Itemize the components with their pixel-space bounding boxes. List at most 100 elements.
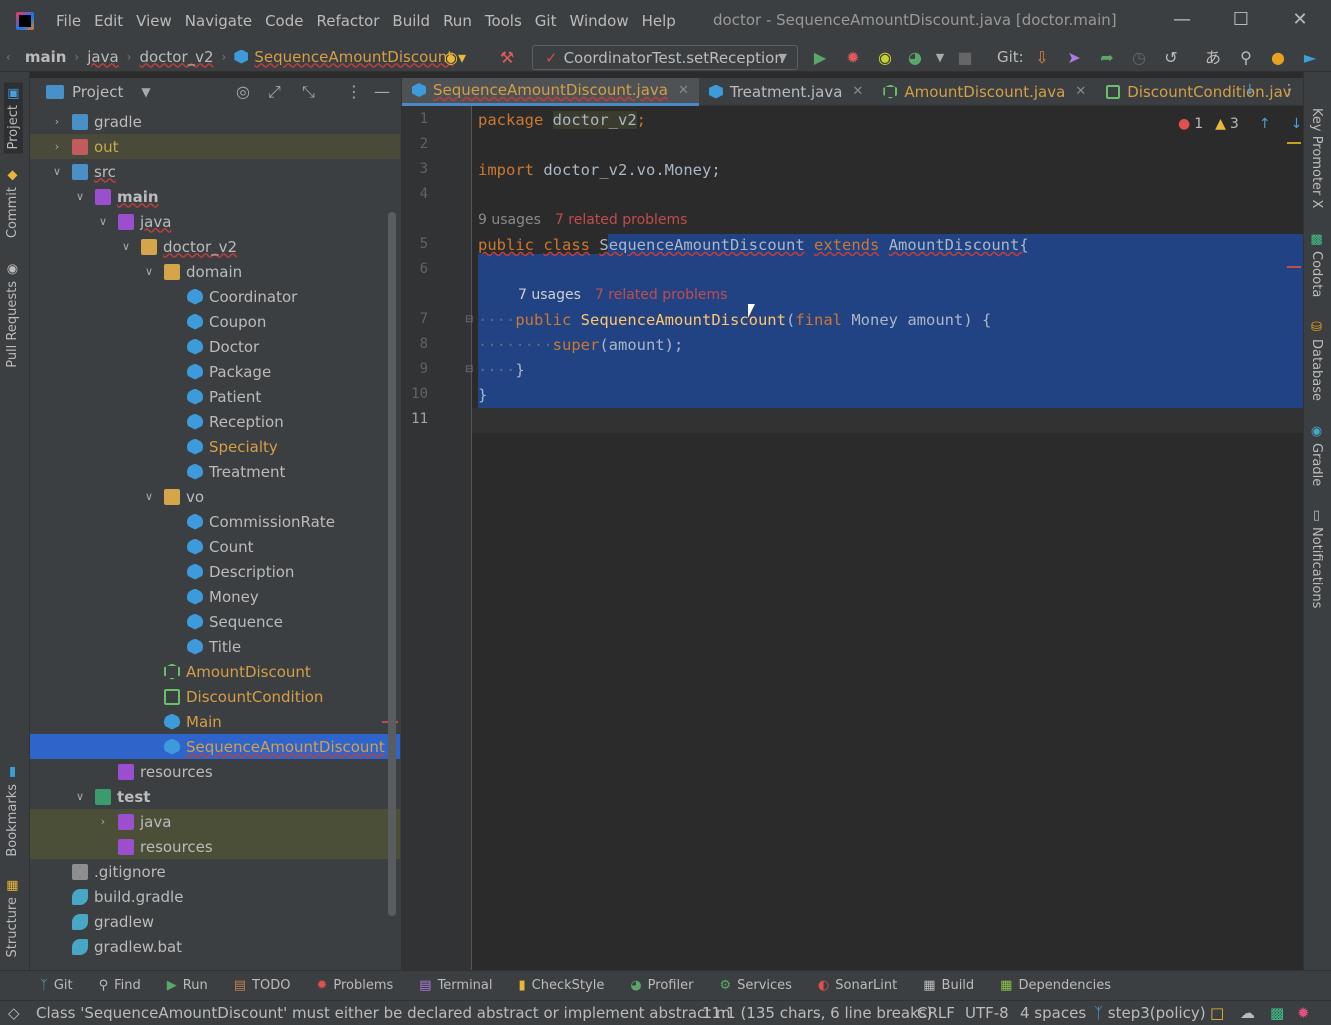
tool-run[interactable]: ▶ Run bbox=[167, 978, 208, 993]
status-bar-toggle-icon[interactable]: ◇ bbox=[8, 1004, 20, 1022]
profile-icon[interactable]: ◕ bbox=[905, 48, 925, 68]
tree-item[interactable]: DiscountCondition bbox=[30, 684, 400, 709]
git-push-icon[interactable]: ➦ bbox=[1097, 48, 1117, 68]
tree-item[interactable]: Main bbox=[30, 709, 400, 734]
chevron-down-icon[interactable]: ∨ bbox=[119, 240, 133, 253]
previous-highlight-icon[interactable]: ↑ bbox=[1259, 116, 1271, 132]
warning-stripe-marker[interactable] bbox=[1287, 142, 1301, 144]
menu-view[interactable]: View bbox=[136, 12, 172, 30]
tool-tab-gradle[interactable]: ◉ Gradle bbox=[1309, 424, 1324, 486]
locate-target-icon[interactable]: ◎ bbox=[236, 82, 250, 101]
tree-item[interactable]: gradlew.bat bbox=[30, 934, 400, 959]
inspection-profile-icon[interactable]: ☁ bbox=[1240, 1004, 1255, 1022]
tab-treatment[interactable]: Treatment.java ✕ bbox=[699, 78, 873, 106]
code-vision-hint[interactable]: 9 usages 7 related problems bbox=[478, 208, 687, 233]
caret-position[interactable]: 11:1 (135 chars, 6 line breaks) bbox=[702, 1004, 932, 1022]
code-vision-hint[interactable]: 7 usages 7 related problems bbox=[518, 283, 727, 308]
tree-item[interactable]: CommissionRate bbox=[30, 509, 400, 534]
tree-item[interactable]: Package bbox=[30, 359, 400, 384]
tool-problems[interactable]: ✹ Problems bbox=[316, 978, 393, 993]
tree-item[interactable]: Title bbox=[30, 634, 400, 659]
search-icon[interactable]: ⚲ bbox=[1236, 48, 1256, 68]
tree-item[interactable]: SequenceAmountDiscount bbox=[30, 734, 400, 759]
collapse-all-icon[interactable]: ⤡ bbox=[302, 82, 315, 102]
tree-item[interactable]: Description bbox=[30, 559, 400, 584]
menu-file[interactable]: File bbox=[56, 12, 81, 30]
menu-run[interactable]: Run bbox=[443, 12, 472, 30]
code-with-me-icon[interactable]: ► bbox=[1300, 48, 1320, 68]
inspection-widget[interactable]: ● 1 ▲ 3 ↑ ↓ bbox=[1178, 116, 1302, 132]
menu-window[interactable]: Window bbox=[569, 12, 628, 30]
menu-navigate[interactable]: Navigate bbox=[185, 12, 252, 30]
stop-icon[interactable]: ■ bbox=[955, 48, 975, 68]
chevron-down-icon[interactable]: ∨ bbox=[142, 265, 156, 278]
tool-services[interactable]: ⚙ Services bbox=[719, 978, 791, 993]
project-panel-title[interactable]: Project bbox=[72, 83, 123, 101]
file-encoding[interactable]: UTF-8 bbox=[965, 1004, 1009, 1022]
chevron-down-icon[interactable]: ▼ bbox=[141, 85, 150, 99]
close-tab-icon[interactable]: ✕ bbox=[852, 84, 863, 99]
menu-refactor[interactable]: Refactor bbox=[316, 12, 379, 30]
status-message[interactable]: Class 'SequenceAmountDiscount' must eith… bbox=[36, 1004, 731, 1022]
tool-tab-bookmarks[interactable]: Bookmarks ▮ bbox=[5, 765, 20, 857]
tool-dependencies[interactable]: ▦ Dependencies bbox=[1000, 978, 1111, 993]
tool-git[interactable]: ᛉ Git bbox=[40, 978, 73, 993]
users-icon[interactable]: ◉▾ bbox=[444, 48, 466, 68]
tab-amount-discount[interactable]: AmountDiscount.java ✕ bbox=[873, 78, 1096, 106]
error-stripe-marker[interactable] bbox=[1287, 266, 1301, 268]
menu-help[interactable]: Help bbox=[642, 12, 676, 30]
indent-setting[interactable]: 4 spaces bbox=[1020, 1004, 1086, 1022]
tree-item[interactable]: Sequence bbox=[30, 609, 400, 634]
close-tab-icon[interactable]: ✕ bbox=[678, 83, 689, 98]
tree-item[interactable]: Coupon bbox=[30, 309, 400, 334]
tree-item[interactable]: ∨ src bbox=[30, 159, 400, 184]
chevron-down-icon[interactable]: ∨ bbox=[73, 790, 87, 803]
chevron-down-icon[interactable]: ∨ bbox=[142, 490, 156, 503]
tree-item[interactable]: gradlew bbox=[30, 909, 400, 934]
chevron-right-icon[interactable]: › bbox=[50, 115, 64, 128]
tree-item[interactable]: Reception bbox=[30, 409, 400, 434]
tree-item[interactable]: ∨ domain bbox=[30, 259, 400, 284]
tree-item[interactable]: Coordinator bbox=[30, 284, 400, 309]
tool-find[interactable]: ⚲ Find bbox=[99, 978, 141, 993]
tree-item[interactable]: › gradle bbox=[30, 109, 400, 134]
more-run-chevron-icon[interactable]: ▼ bbox=[930, 48, 950, 68]
git-update-icon[interactable]: ⇩ bbox=[1032, 48, 1052, 68]
tool-tab-commit[interactable]: Commit ◆ bbox=[5, 168, 20, 238]
tree-item[interactable]: ∨ main bbox=[30, 184, 400, 209]
bug-report-icon[interactable]: ✹ bbox=[1297, 1004, 1310, 1022]
tree-item[interactable]: Count bbox=[30, 534, 400, 559]
tab-sequence-amount-discount[interactable]: SequenceAmountDiscount.java ✕ bbox=[402, 77, 699, 106]
chevron-down-icon[interactable]: ∨ bbox=[96, 215, 110, 228]
tab-list-arrow-icon[interactable]: ↓ bbox=[1244, 82, 1256, 98]
git-history-icon[interactable]: ◷ bbox=[1129, 48, 1149, 68]
tree-item[interactable]: .gitignore bbox=[30, 859, 400, 884]
tree-item[interactable]: ∨ doctor_v2 bbox=[30, 234, 400, 259]
tool-profiler[interactable]: ◕ Profiler bbox=[630, 978, 693, 993]
rollback-icon[interactable]: ↺ bbox=[1161, 48, 1181, 68]
fold-icon[interactable]: ⊟ bbox=[465, 364, 473, 375]
tree-item[interactable]: resources bbox=[30, 834, 400, 859]
debug-icon[interactable]: ✹ bbox=[843, 48, 863, 68]
tool-tab-database[interactable]: ⛁ Database bbox=[1309, 320, 1324, 401]
menu-build[interactable]: Build bbox=[392, 12, 430, 30]
tree-item[interactable]: AmountDiscount bbox=[30, 659, 400, 684]
tree-item[interactable]: ∨ vo bbox=[30, 484, 400, 509]
expand-all-icon[interactable]: ⤢ bbox=[268, 82, 281, 102]
minimize-icon[interactable]: — bbox=[1170, 8, 1194, 32]
tool-sonarlint[interactable]: ◐ SonarLint bbox=[818, 978, 897, 993]
git-branch[interactable]: ᛉ step3(policy) bbox=[1094, 1004, 1206, 1022]
close-tab-icon[interactable]: ✕ bbox=[1075, 84, 1086, 99]
tool-tab-notifications[interactable]: ▯ Notifications bbox=[1309, 508, 1324, 608]
close-icon[interactable]: ✕ bbox=[1288, 8, 1312, 32]
tool-tab-pull-requests[interactable]: Pull Requests ◉ bbox=[5, 262, 20, 368]
breadcrumb-java[interactable]: java bbox=[87, 48, 118, 66]
tree-item[interactable]: Doctor bbox=[30, 334, 400, 359]
lock-icon[interactable]: □ bbox=[1210, 1004, 1224, 1022]
breadcrumb-class[interactable]: SequenceAmountDiscount bbox=[254, 48, 453, 66]
line-separator[interactable]: CRLF bbox=[917, 1004, 955, 1022]
translate-icon[interactable]: あ bbox=[1203, 48, 1223, 68]
codota-status-icon[interactable]: ▩ bbox=[1270, 1004, 1284, 1022]
tool-todo[interactable]: ▤ TODO bbox=[234, 978, 291, 993]
tree-item[interactable]: Treatment bbox=[30, 459, 400, 484]
